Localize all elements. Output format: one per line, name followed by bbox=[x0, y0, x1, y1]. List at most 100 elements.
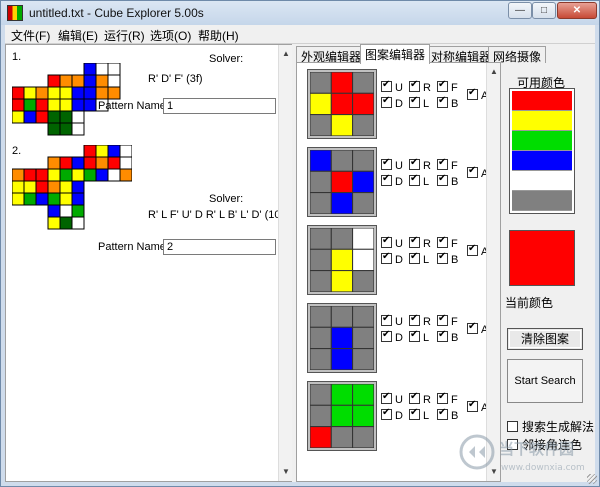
facelet-cell[interactable] bbox=[310, 192, 332, 214]
checkbox-d[interactable]: D bbox=[381, 173, 403, 188]
facelet-cell[interactable] bbox=[352, 228, 374, 250]
checkbox-b[interactable]: B bbox=[437, 95, 458, 110]
facelet-cell[interactable] bbox=[352, 404, 374, 428]
checkbox-box[interactable] bbox=[409, 95, 420, 108]
menu-help[interactable]: 帮助(H) bbox=[198, 27, 239, 44]
tab-facelet-editor[interactable]: 外观编辑器 bbox=[296, 46, 367, 64]
palette-swatch-white[interactable] bbox=[512, 171, 572, 191]
facelet-cell[interactable] bbox=[330, 404, 354, 428]
checkbox-l[interactable]: L bbox=[409, 173, 429, 188]
checkbox-box[interactable] bbox=[381, 313, 392, 326]
minimize-button[interactable]: — bbox=[508, 2, 532, 19]
generate-solutions-checkbox[interactable]: 搜索生成解法 bbox=[507, 418, 594, 435]
scroll-down-arrow-icon[interactable]: ▼ bbox=[280, 465, 292, 479]
checkbox-r[interactable]: R bbox=[409, 391, 431, 406]
checkbox-box[interactable] bbox=[409, 235, 420, 248]
scroll-down-arrow-icon[interactable]: ▼ bbox=[488, 465, 500, 479]
checkbox-u[interactable]: U bbox=[381, 79, 403, 94]
facelet-cell[interactable] bbox=[330, 384, 354, 406]
face-grid[interactable] bbox=[307, 303, 377, 373]
facelet-cell[interactable] bbox=[352, 192, 374, 214]
facelet-cell[interactable] bbox=[352, 306, 374, 328]
facelet-cell[interactable] bbox=[310, 228, 332, 250]
checkbox-box[interactable] bbox=[409, 157, 420, 170]
checkbox-box[interactable] bbox=[437, 391, 448, 404]
facelet-cell[interactable] bbox=[352, 72, 374, 94]
checkbox-box[interactable] bbox=[409, 251, 420, 264]
facelet-cell[interactable] bbox=[352, 270, 374, 292]
facelet-cell[interactable] bbox=[310, 114, 332, 136]
palette-swatch-gray[interactable] bbox=[512, 191, 572, 211]
scroll-up-arrow-icon[interactable]: ▲ bbox=[280, 47, 292, 61]
facelet-cell[interactable] bbox=[352, 348, 374, 370]
checkbox-b[interactable]: B bbox=[437, 407, 458, 422]
facelet-cell[interactable] bbox=[310, 326, 332, 350]
close-button[interactable]: ✕ bbox=[557, 2, 597, 19]
checkbox-d[interactable]: D bbox=[381, 407, 403, 422]
facelet-cell[interactable] bbox=[330, 248, 354, 272]
facelet-cell[interactable] bbox=[330, 114, 354, 136]
facelet-cell[interactable] bbox=[330, 72, 354, 94]
facelet-cell[interactable] bbox=[310, 92, 332, 116]
menu-options[interactable]: 选项(O) bbox=[150, 27, 191, 44]
menu-edit[interactable]: 编辑(E) bbox=[58, 27, 98, 44]
checkbox-box[interactable] bbox=[437, 251, 448, 264]
checkbox-box[interactable] bbox=[409, 329, 420, 342]
checkbox-d[interactable]: D bbox=[381, 329, 403, 344]
checkbox-box[interactable] bbox=[467, 243, 478, 256]
checkbox-box[interactable] bbox=[381, 95, 392, 108]
facelet-cell[interactable] bbox=[330, 192, 354, 214]
facelet-cell[interactable] bbox=[352, 426, 374, 448]
face-grid[interactable] bbox=[307, 147, 377, 217]
checkbox-box[interactable] bbox=[467, 165, 478, 178]
checkbox-box[interactable] bbox=[381, 79, 392, 92]
checkbox-box[interactable] bbox=[507, 439, 518, 450]
menu-run[interactable]: 运行(R) bbox=[104, 27, 145, 44]
checkbox-box[interactable] bbox=[437, 235, 448, 248]
checkbox-d[interactable]: D bbox=[381, 95, 403, 110]
checkbox-box[interactable] bbox=[437, 407, 448, 420]
pattern-list-scrollbar[interactable]: ▲ ▼ bbox=[278, 45, 292, 481]
checkbox-f[interactable]: F bbox=[437, 235, 458, 250]
pattern-name-input[interactable]: 2 bbox=[163, 239, 276, 255]
checkbox-box[interactable] bbox=[381, 391, 392, 404]
menu-file[interactable]: 文件(F) bbox=[11, 27, 50, 44]
facelet-cell[interactable] bbox=[352, 92, 374, 116]
checkbox-box[interactable] bbox=[381, 157, 392, 170]
scroll-up-arrow-icon[interactable]: ▲ bbox=[488, 65, 500, 79]
maximize-button[interactable]: □ bbox=[532, 2, 556, 19]
checkbox-box[interactable] bbox=[409, 391, 420, 404]
title-bar[interactable]: untitled.txt - Cube Explorer 5.00s — □ ✕ bbox=[1, 1, 599, 25]
pattern-list[interactable]: 1. Solver: R' D' F' (3f) Pattern Name: 1… bbox=[5, 44, 292, 482]
checkbox-box[interactable] bbox=[381, 251, 392, 264]
checkbox-l[interactable]: L bbox=[409, 95, 429, 110]
facelet-cell[interactable] bbox=[352, 150, 374, 172]
checkbox-box[interactable] bbox=[381, 407, 392, 420]
checkbox-b[interactable]: B bbox=[437, 173, 458, 188]
checkbox-box[interactable] bbox=[381, 173, 392, 186]
checkbox-box[interactable] bbox=[409, 79, 420, 92]
facelet-cell[interactable] bbox=[352, 248, 374, 272]
checkbox-box[interactable] bbox=[507, 421, 518, 432]
facelet-cell[interactable] bbox=[352, 384, 374, 406]
checkbox-box[interactable] bbox=[437, 173, 448, 186]
facelet-cell[interactable] bbox=[330, 326, 354, 350]
checkbox-u[interactable]: U bbox=[381, 391, 403, 406]
checkbox-f[interactable]: F bbox=[437, 391, 458, 406]
facelet-cell[interactable] bbox=[330, 348, 354, 370]
face-grid[interactable] bbox=[307, 225, 377, 295]
facelet-cell[interactable] bbox=[330, 170, 354, 194]
checkbox-box[interactable] bbox=[437, 157, 448, 170]
facelet-cell[interactable] bbox=[330, 92, 354, 116]
adjacent-corner-checkbox[interactable]: 邻接角连色 bbox=[507, 436, 582, 453]
checkbox-box[interactable] bbox=[437, 329, 448, 342]
checkbox-box[interactable] bbox=[381, 235, 392, 248]
tab-webcam[interactable]: 网络摄像 bbox=[488, 46, 547, 64]
checkbox-f[interactable]: F bbox=[437, 313, 458, 328]
facelet-cell[interactable] bbox=[310, 150, 332, 172]
checkbox-u[interactable]: U bbox=[381, 235, 403, 250]
checkbox-r[interactable]: R bbox=[409, 79, 431, 94]
checkbox-d[interactable]: D bbox=[381, 251, 403, 266]
facelet-cell[interactable] bbox=[310, 72, 332, 94]
checkbox-box[interactable] bbox=[467, 87, 478, 100]
